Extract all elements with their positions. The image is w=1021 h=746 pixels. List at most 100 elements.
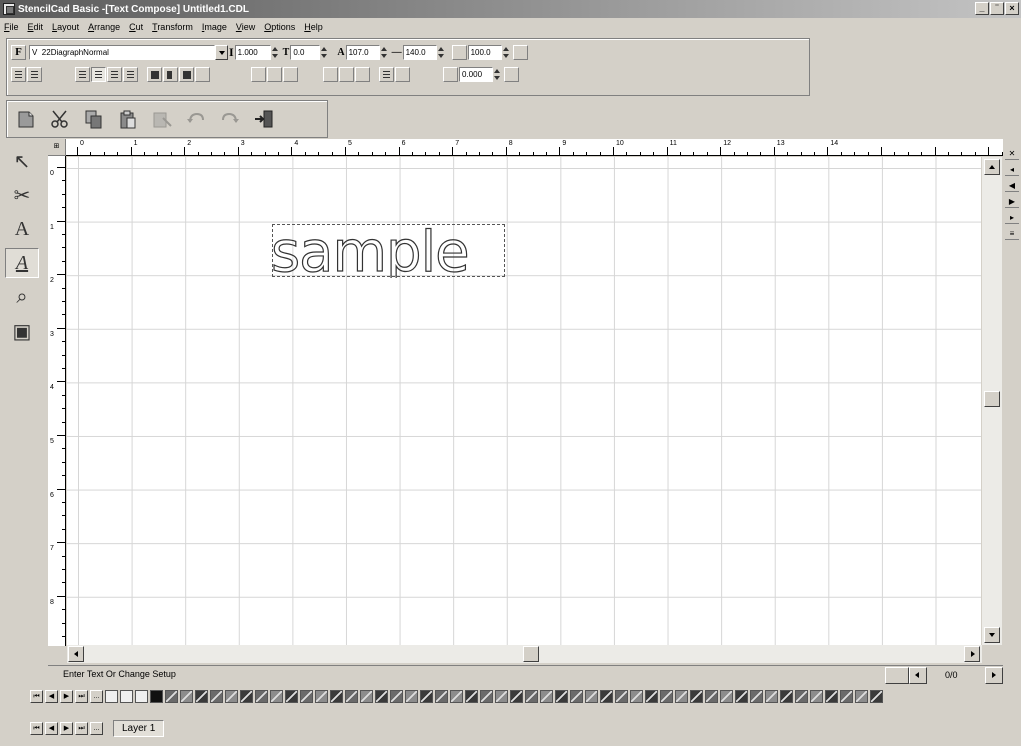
stencil-swatch[interactable]: [300, 690, 313, 703]
offset-icon[interactable]: [443, 66, 458, 82]
stencil-swatch[interactable]: [195, 690, 208, 703]
clear-icon[interactable]: [151, 108, 173, 130]
stencil-swatch[interactable]: [600, 690, 613, 703]
vertical-scrollbar[interactable]: [982, 157, 1002, 645]
stencil-swatch[interactable]: [345, 690, 358, 703]
spellcheck-icon[interactable]: [395, 66, 410, 82]
stencil-swatch[interactable]: [780, 690, 793, 703]
palette-last-button[interactable]: ⏭: [75, 690, 88, 703]
menu-options[interactable]: Options: [264, 22, 295, 32]
menu-file[interactable]: File: [4, 22, 19, 32]
stencil-swatch[interactable]: [330, 690, 343, 703]
stencil-swatch[interactable]: [555, 690, 568, 703]
font-dropdown-arrow[interactable]: [215, 44, 228, 60]
grid-icon[interactable]: [451, 44, 467, 60]
block-center-icon[interactable]: [163, 66, 178, 82]
stencil-swatch[interactable]: [225, 690, 238, 703]
menu-arrange[interactable]: Arrange: [88, 22, 120, 32]
align-center-icon[interactable]: [91, 66, 106, 82]
char-spacing-spinner[interactable]: [320, 45, 328, 60]
line-spacing-field[interactable]: 1.000: [234, 44, 271, 60]
stencil-swatch[interactable]: [240, 690, 253, 703]
stencil-swatch[interactable]: [360, 690, 373, 703]
palette-prev-button[interactable]: ◀: [45, 690, 58, 703]
scroll-up-button[interactable]: [984, 159, 1000, 175]
width-percent-field[interactable]: 107.0: [345, 44, 380, 60]
offset-field[interactable]: 0.000: [459, 66, 493, 82]
page-prev-button[interactable]: [909, 667, 927, 684]
stencil-swatch[interactable]: [615, 690, 628, 703]
stencil-swatch[interactable]: [390, 690, 403, 703]
scale-field[interactable]: 100.0: [467, 44, 502, 60]
ruler-origin-button[interactable]: ⊞: [48, 139, 66, 156]
redo-icon[interactable]: [219, 108, 241, 130]
paste-icon[interactable]: [117, 108, 139, 130]
text-object-selection[interactable]: sample: [272, 224, 505, 278]
stencil-swatch[interactable]: [270, 690, 283, 703]
caps-icon[interactable]: [251, 66, 266, 82]
stencil-swatch[interactable]: [855, 690, 868, 703]
palette-first-button[interactable]: ⏮: [30, 690, 43, 703]
width-percent-spinner[interactable]: [380, 45, 388, 60]
height-percent-field[interactable]: 140.0: [402, 44, 437, 60]
small-caps-icon[interactable]: [283, 66, 298, 82]
layer-tab[interactable]: Layer 1: [113, 720, 165, 737]
stencil-swatch[interactable]: [585, 690, 598, 703]
layer-first-button[interactable]: ⏮: [30, 722, 43, 735]
dock-prev-button[interactable]: ◀: [1005, 180, 1019, 192]
stencil-swatch[interactable]: [450, 690, 463, 703]
stencil-swatch[interactable]: [690, 690, 703, 703]
line-spacing-spinner[interactable]: [271, 45, 279, 60]
scroll-left-button[interactable]: [68, 646, 84, 662]
zoom-tool-button[interactable]: ⌕: [5, 282, 39, 312]
height-percent-spinner[interactable]: [437, 45, 445, 60]
subscript-icon[interactable]: [339, 66, 354, 82]
block-right-icon[interactable]: [179, 66, 194, 82]
align-right-icon[interactable]: [107, 66, 122, 82]
copy-icon[interactable]: [83, 108, 105, 130]
stencil-swatch[interactable]: [765, 690, 778, 703]
align-left-icon[interactable]: [75, 66, 90, 82]
stencil-swatch[interactable]: [540, 690, 553, 703]
stencil-swatch[interactable]: [525, 690, 538, 703]
close-button[interactable]: ×: [1005, 2, 1019, 15]
text-tool-button[interactable]: A: [5, 214, 39, 244]
stencil-swatch[interactable]: [720, 690, 733, 703]
menu-edit[interactable]: Edit: [28, 22, 44, 32]
stencil-swatch[interactable]: [210, 690, 223, 703]
stencil-swatch[interactable]: [420, 690, 433, 703]
stencil-swatch[interactable]: [675, 690, 688, 703]
lowercase-icon[interactable]: [267, 66, 282, 82]
font-dialog-button[interactable]: F: [11, 44, 26, 60]
text-compose-tool-button[interactable]: A: [5, 248, 39, 278]
menu-image[interactable]: Image: [202, 22, 227, 32]
stencil-swatch[interactable]: [405, 690, 418, 703]
stencil-swatch[interactable]: [825, 690, 838, 703]
baseline-icon[interactable]: [355, 66, 370, 82]
align-justify-icon[interactable]: [123, 66, 138, 82]
stencil-swatch[interactable]: [465, 690, 478, 703]
list-icon[interactable]: [379, 66, 394, 82]
align-left-small-icon[interactable]: [11, 66, 26, 82]
stencil-swatch[interactable]: [165, 690, 178, 703]
dock-last-button[interactable]: ▸: [1005, 212, 1019, 224]
stencil-swatch[interactable]: [135, 690, 148, 703]
menu-transform[interactable]: Transform: [152, 22, 193, 32]
scroll-down-button[interactable]: [984, 627, 1000, 643]
stencil-swatch[interactable]: [255, 690, 268, 703]
select-tool-button[interactable]: ↖: [5, 146, 39, 176]
superscript-icon[interactable]: [323, 66, 338, 82]
scroll-right-button[interactable]: [964, 646, 980, 662]
stamp-tool-button[interactable]: ▣: [5, 316, 39, 346]
stencil-swatch[interactable]: [315, 690, 328, 703]
scale-spinner[interactable]: [502, 45, 510, 60]
palette-next-button[interactable]: ▶: [60, 690, 73, 703]
layer-next-button[interactable]: ▶: [60, 722, 73, 735]
stencil-swatch[interactable]: [285, 690, 298, 703]
stencil-swatch[interactable]: [870, 690, 883, 703]
dock-close-button[interactable]: ✕: [1005, 148, 1019, 160]
stencil-swatch[interactable]: [120, 690, 133, 703]
stencil-swatch[interactable]: [105, 690, 118, 703]
offset-spinner[interactable]: [493, 67, 501, 82]
stencil-swatch[interactable]: [735, 690, 748, 703]
